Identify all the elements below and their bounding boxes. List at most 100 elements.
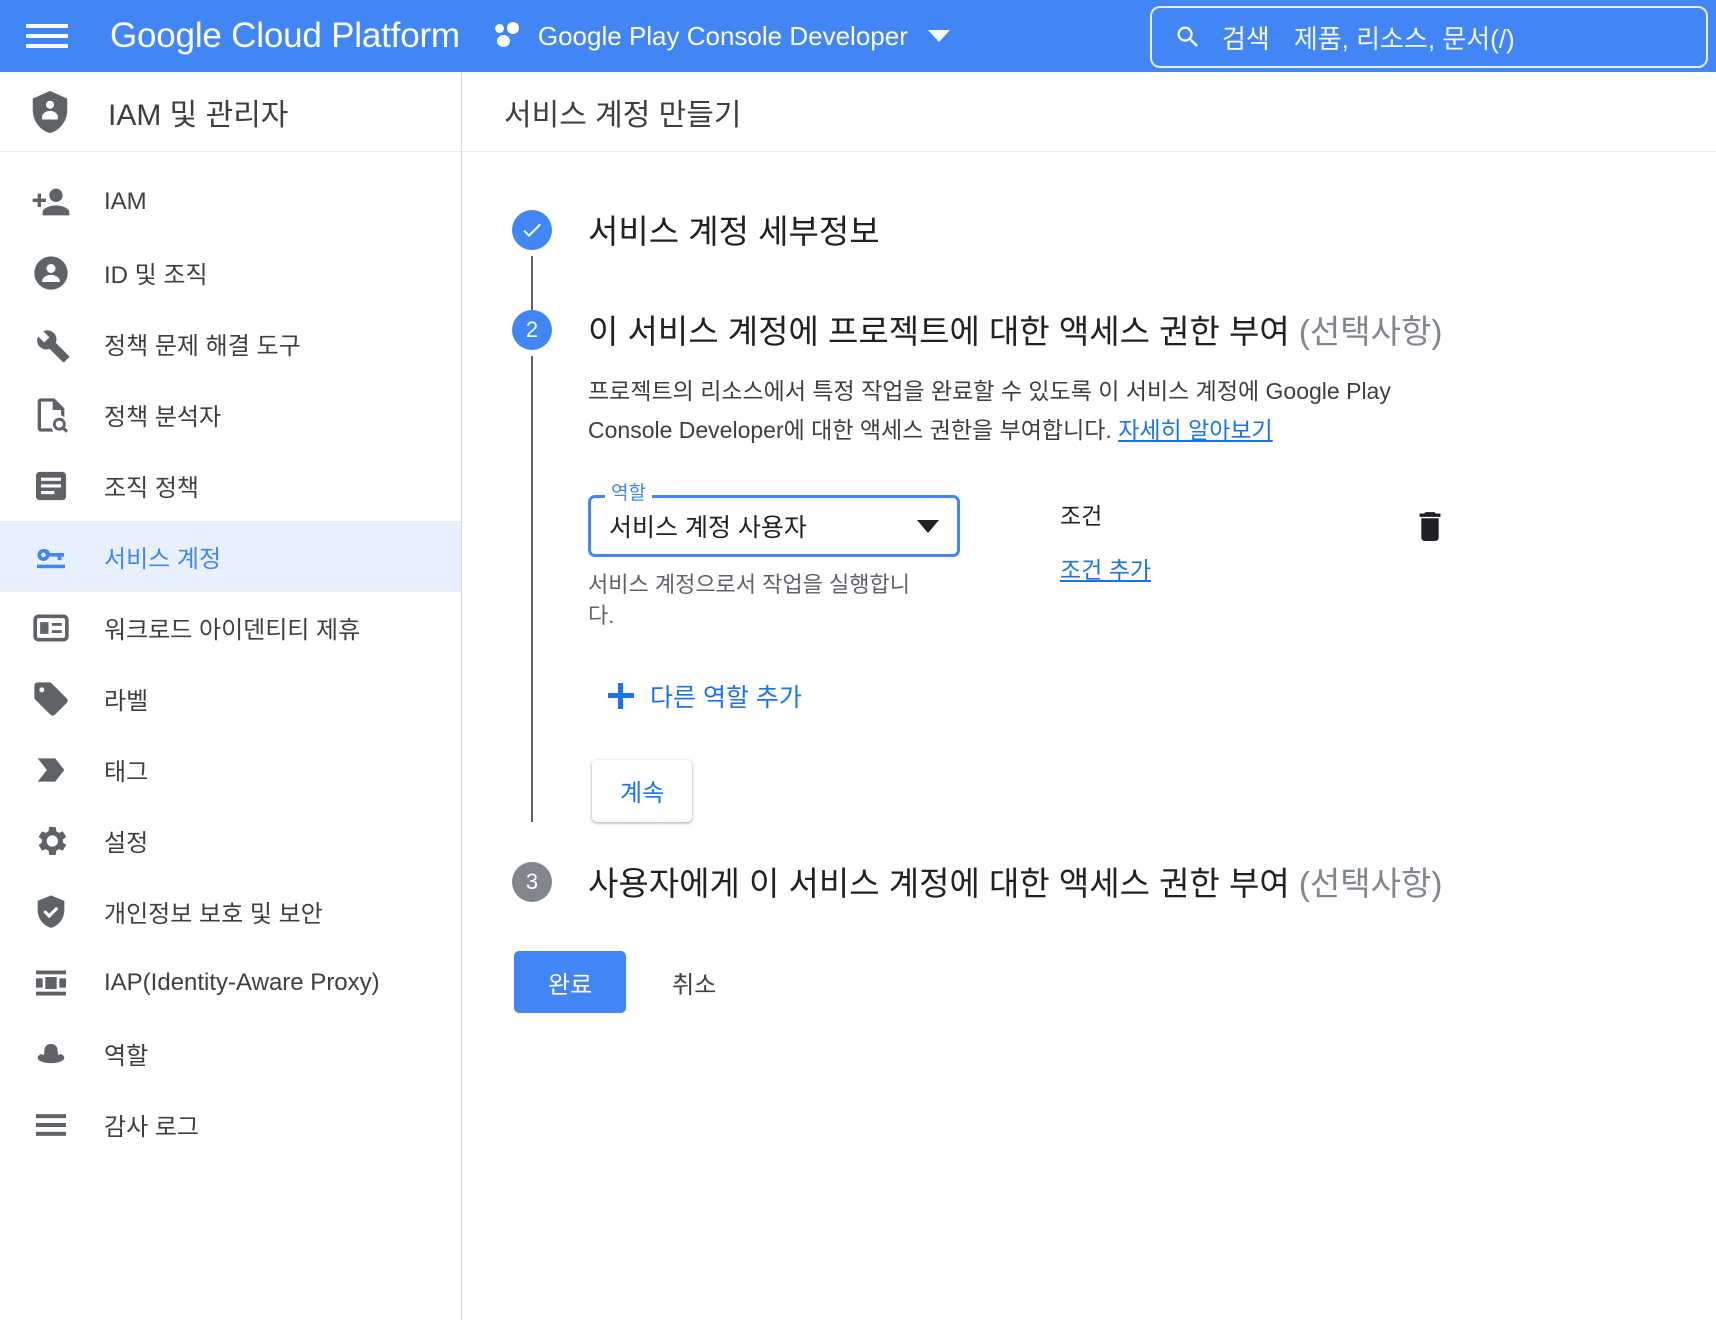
sidebar-item-policy-analyzer[interactable]: 정책 분석자 — [0, 379, 461, 450]
sidebar-item-service-accounts[interactable]: 서비스 계정 — [0, 521, 461, 592]
sidebar-nav: IAM 및 관리자 IAM ID 및 조직 정책 문제 해결 도구 정책 분석자… — [0, 72, 462, 1320]
sidebar-title: IAM 및 관리자 — [108, 98, 289, 132]
gear-icon — [28, 818, 74, 864]
step-1-badge — [512, 210, 552, 250]
project-selector[interactable]: Google Play Console Developer — [494, 21, 950, 52]
step-2-description: 프로젝트의 리소스에서 특정 작업을 완료할 수 있도록 이 서비스 계정에 G… — [588, 372, 1408, 449]
sidebar-item-label: 개인정보 보호 및 보안 — [104, 901, 323, 928]
sidebar-item-privacy-security[interactable]: 개인정보 보호 및 보안 — [0, 876, 461, 947]
hat-icon — [28, 1031, 74, 1077]
shield-person-icon — [24, 86, 76, 138]
condition-label: 조건 — [1060, 503, 1103, 530]
top-app-bar: Google Cloud Platform Google Play Consol… — [0, 0, 1716, 72]
wizard-footer-actions: 완료 취소 — [514, 951, 1716, 1014]
step-gutter: 3 — [504, 861, 560, 906]
sidebar-item-workload-identity-federation[interactable]: 워크로드 아이덴티티 제휴 — [0, 592, 461, 663]
delete-role-button[interactable] — [1411, 495, 1449, 550]
search-input[interactable]: 검색 제품, 리소스, 문서(/) — [1150, 6, 1708, 68]
search-icon — [1177, 26, 1198, 47]
sidebar-item-label: 역할 — [104, 1043, 149, 1070]
step-gutter: 2 — [504, 310, 560, 822]
search-label: 검색 — [1222, 23, 1270, 54]
page-title: 서비스 계정 만들기 — [504, 98, 742, 132]
chevron-down-icon — [927, 30, 950, 42]
sidebar-item-label: 정책 분석자 — [104, 404, 222, 431]
sidebar-item-label: 정책 문제 해결 도구 — [104, 333, 301, 360]
sidebar-item-iap[interactable]: IAP(Identity-Aware Proxy) — [0, 947, 461, 1018]
person-add-icon — [28, 179, 74, 225]
step-1-title[interactable]: 서비스 계정 세부정보 — [588, 210, 1468, 254]
plus-icon — [608, 682, 634, 709]
step-2-title-optional: (선택사항) — [1298, 313, 1443, 350]
sidebar-item-tags[interactable]: 태그 — [0, 734, 461, 805]
hamburger-line — [26, 44, 68, 48]
step-3-title: 사용자에게 이 서비스 계정에 대한 액세스 권한 부여 (선택사항) — [588, 862, 1468, 906]
step-3-title-optional: (선택사항) — [1298, 864, 1443, 902]
tag-arrow-icon — [28, 747, 74, 793]
check-icon — [523, 223, 541, 237]
sidebar-item-identity-org[interactable]: ID 및 조직 — [0, 237, 461, 308]
trash-icon — [1419, 512, 1441, 542]
role-column: 역할 서비스 계정 사용자 서비스 계정으로서 작업을 실행합니다. — [588, 484, 960, 631]
wizard-step-1: 서비스 계정 세부정보 — [504, 210, 1716, 310]
add-another-role-label: 다른 역할 추가 — [650, 683, 802, 712]
hamburger-line — [26, 34, 68, 38]
step-gutter — [504, 210, 560, 310]
step-connector-line — [531, 256, 533, 310]
id-card-icon — [28, 605, 74, 651]
done-button[interactable]: 완료 — [514, 951, 627, 1014]
document-search-icon — [28, 392, 74, 438]
sidebar-item-labels[interactable]: 라벨 — [0, 663, 461, 734]
cancel-button[interactable]: 취소 — [644, 951, 744, 1013]
wizard-step-2: 2 이 서비스 계정에 프로젝트에 대한 액세스 권한 부여 (선택사항) 프로… — [504, 310, 1716, 822]
learn-more-link[interactable]: 자세히 알아보기 — [1118, 417, 1273, 443]
sidebar-item-label: 설정 — [104, 830, 149, 857]
sidebar-item-audit-logs[interactable]: 감사 로그 — [0, 1089, 461, 1160]
step-3-badge: 3 — [512, 861, 552, 902]
sidebar-header: IAM 및 관리자 — [0, 72, 461, 152]
person-circle-icon — [28, 250, 74, 296]
role-binding-row: 역할 서비스 계정 사용자 서비스 계정으로서 작업을 실행합니다. 조건 조건… — [588, 484, 1716, 631]
continue-button[interactable]: 계속 — [592, 759, 693, 822]
step-1-body: 서비스 계정 세부정보 — [560, 210, 1716, 310]
sidebar-item-org-policy[interactable]: 조직 정책 — [0, 450, 461, 521]
role-select-value: 서비스 계정 사용자 — [609, 514, 807, 543]
project-name-label: Google Play Console Developer — [537, 20, 908, 51]
add-condition-link[interactable]: 조건 추가 — [1060, 551, 1151, 585]
sidebar-item-policy-troubleshooter[interactable]: 정책 문제 해결 도구 — [0, 308, 461, 379]
add-another-role-button[interactable]: 다른 역할 추가 — [608, 678, 802, 714]
main-header: 서비스 계정 만들기 — [462, 72, 1716, 152]
key-icon — [28, 534, 74, 580]
sidebar-item-list: IAM ID 및 조직 정책 문제 해결 도구 정책 분석자 조직 정책 서비스… — [0, 152, 461, 1160]
main-content: 서비스 계정 만들기 서비스 계정 세부정보 2 이 서비스 계정에 프로젝트에… — [462, 72, 1716, 1320]
chevron-down-icon — [917, 519, 939, 533]
sidebar-item-label: 태그 — [104, 759, 149, 786]
role-select-legend: 역할 — [605, 484, 652, 504]
sidebar-item-settings[interactable]: 설정 — [0, 805, 461, 876]
proxy-icon — [28, 960, 74, 1006]
wizard-step-3: 3 사용자에게 이 서비스 계정에 대한 액세스 권한 부여 (선택사항) — [504, 861, 1716, 906]
sidebar-item-label: IAP(Identity-Aware Proxy) — [104, 968, 380, 996]
app-shell: IAM 및 관리자 IAM ID 및 조직 정책 문제 해결 도구 정책 분석자… — [0, 72, 1716, 1320]
step-2-body: 이 서비스 계정에 프로젝트에 대한 액세스 권한 부여 (선택사항) 프로젝트… — [560, 310, 1716, 822]
sidebar-item-iam[interactable]: IAM — [0, 166, 461, 237]
sidebar-item-roles[interactable]: 역할 — [0, 1018, 461, 1089]
label-tag-icon — [28, 676, 74, 722]
sidebar-item-label: 조직 정책 — [104, 475, 199, 502]
role-select[interactable]: 역할 서비스 계정 사용자 — [588, 484, 960, 558]
hamburger-line — [26, 24, 68, 28]
sidebar-item-label: 워크로드 아이덴티티 제휴 — [104, 617, 361, 644]
hamburger-icon[interactable] — [26, 20, 68, 52]
project-dots-icon — [494, 21, 524, 51]
step-connector-line — [531, 356, 533, 822]
brand-title[interactable]: Google Cloud Platform — [110, 16, 460, 56]
condition-column: 조건 조건 추가 — [1060, 495, 1151, 585]
create-service-account-wizard: 서비스 계정 세부정보 2 이 서비스 계정에 프로젝트에 대한 액세스 권한 … — [462, 152, 1716, 1014]
search-placeholder: 제품, 리소스, 문서(/) — [1293, 23, 1515, 54]
role-description-hint: 서비스 계정으로서 작업을 실행합니다. — [588, 572, 910, 629]
step-2-title: 이 서비스 계정에 프로젝트에 대한 액세스 권한 부여 (선택사항) — [588, 310, 1468, 354]
step-2-title-text: 이 서비스 계정에 프로젝트에 대한 액세스 권한 부여 — [588, 313, 1299, 350]
sidebar-item-label: 감사 로그 — [104, 1114, 199, 1141]
shield-check-icon — [28, 889, 74, 935]
sidebar-item-label: 라벨 — [104, 688, 149, 715]
